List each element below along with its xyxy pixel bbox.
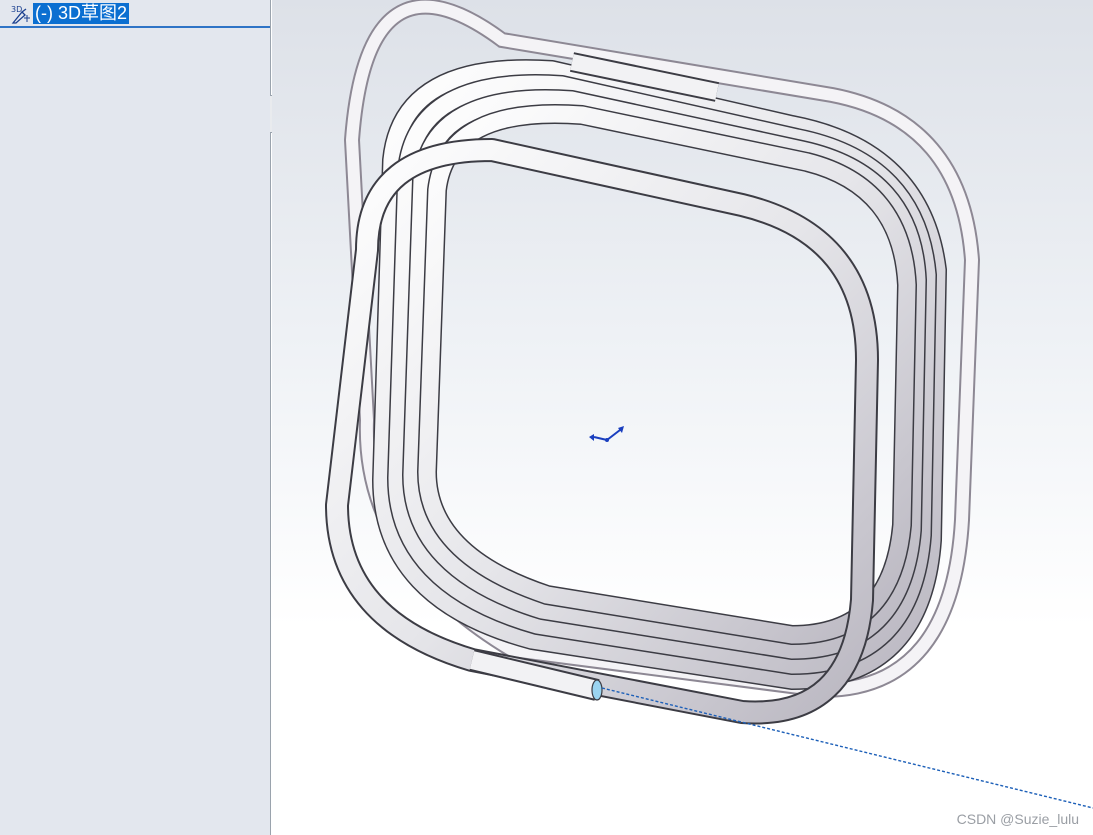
3d-sketch-icon-text: 3D	[11, 5, 22, 14]
sketch-centerline	[601, 687, 1093, 809]
watermark-text: CSDN @Suzie_lulu	[956, 811, 1079, 827]
origin-triad-icon	[589, 426, 624, 442]
graphics-viewport[interactable]	[272, 0, 1093, 835]
coil-turns	[325, 59, 947, 725]
coil-model-view	[325, 0, 1093, 809]
3d-sketch-icon: 3D	[10, 4, 32, 24]
tree-item-3d-sketch[interactable]: 3D (-) 3D草图2	[0, 0, 270, 28]
feature-tree-panel: 3D (-) 3D草图2	[0, 0, 271, 835]
tree-item-label: (-) 3D草图2	[33, 3, 130, 24]
